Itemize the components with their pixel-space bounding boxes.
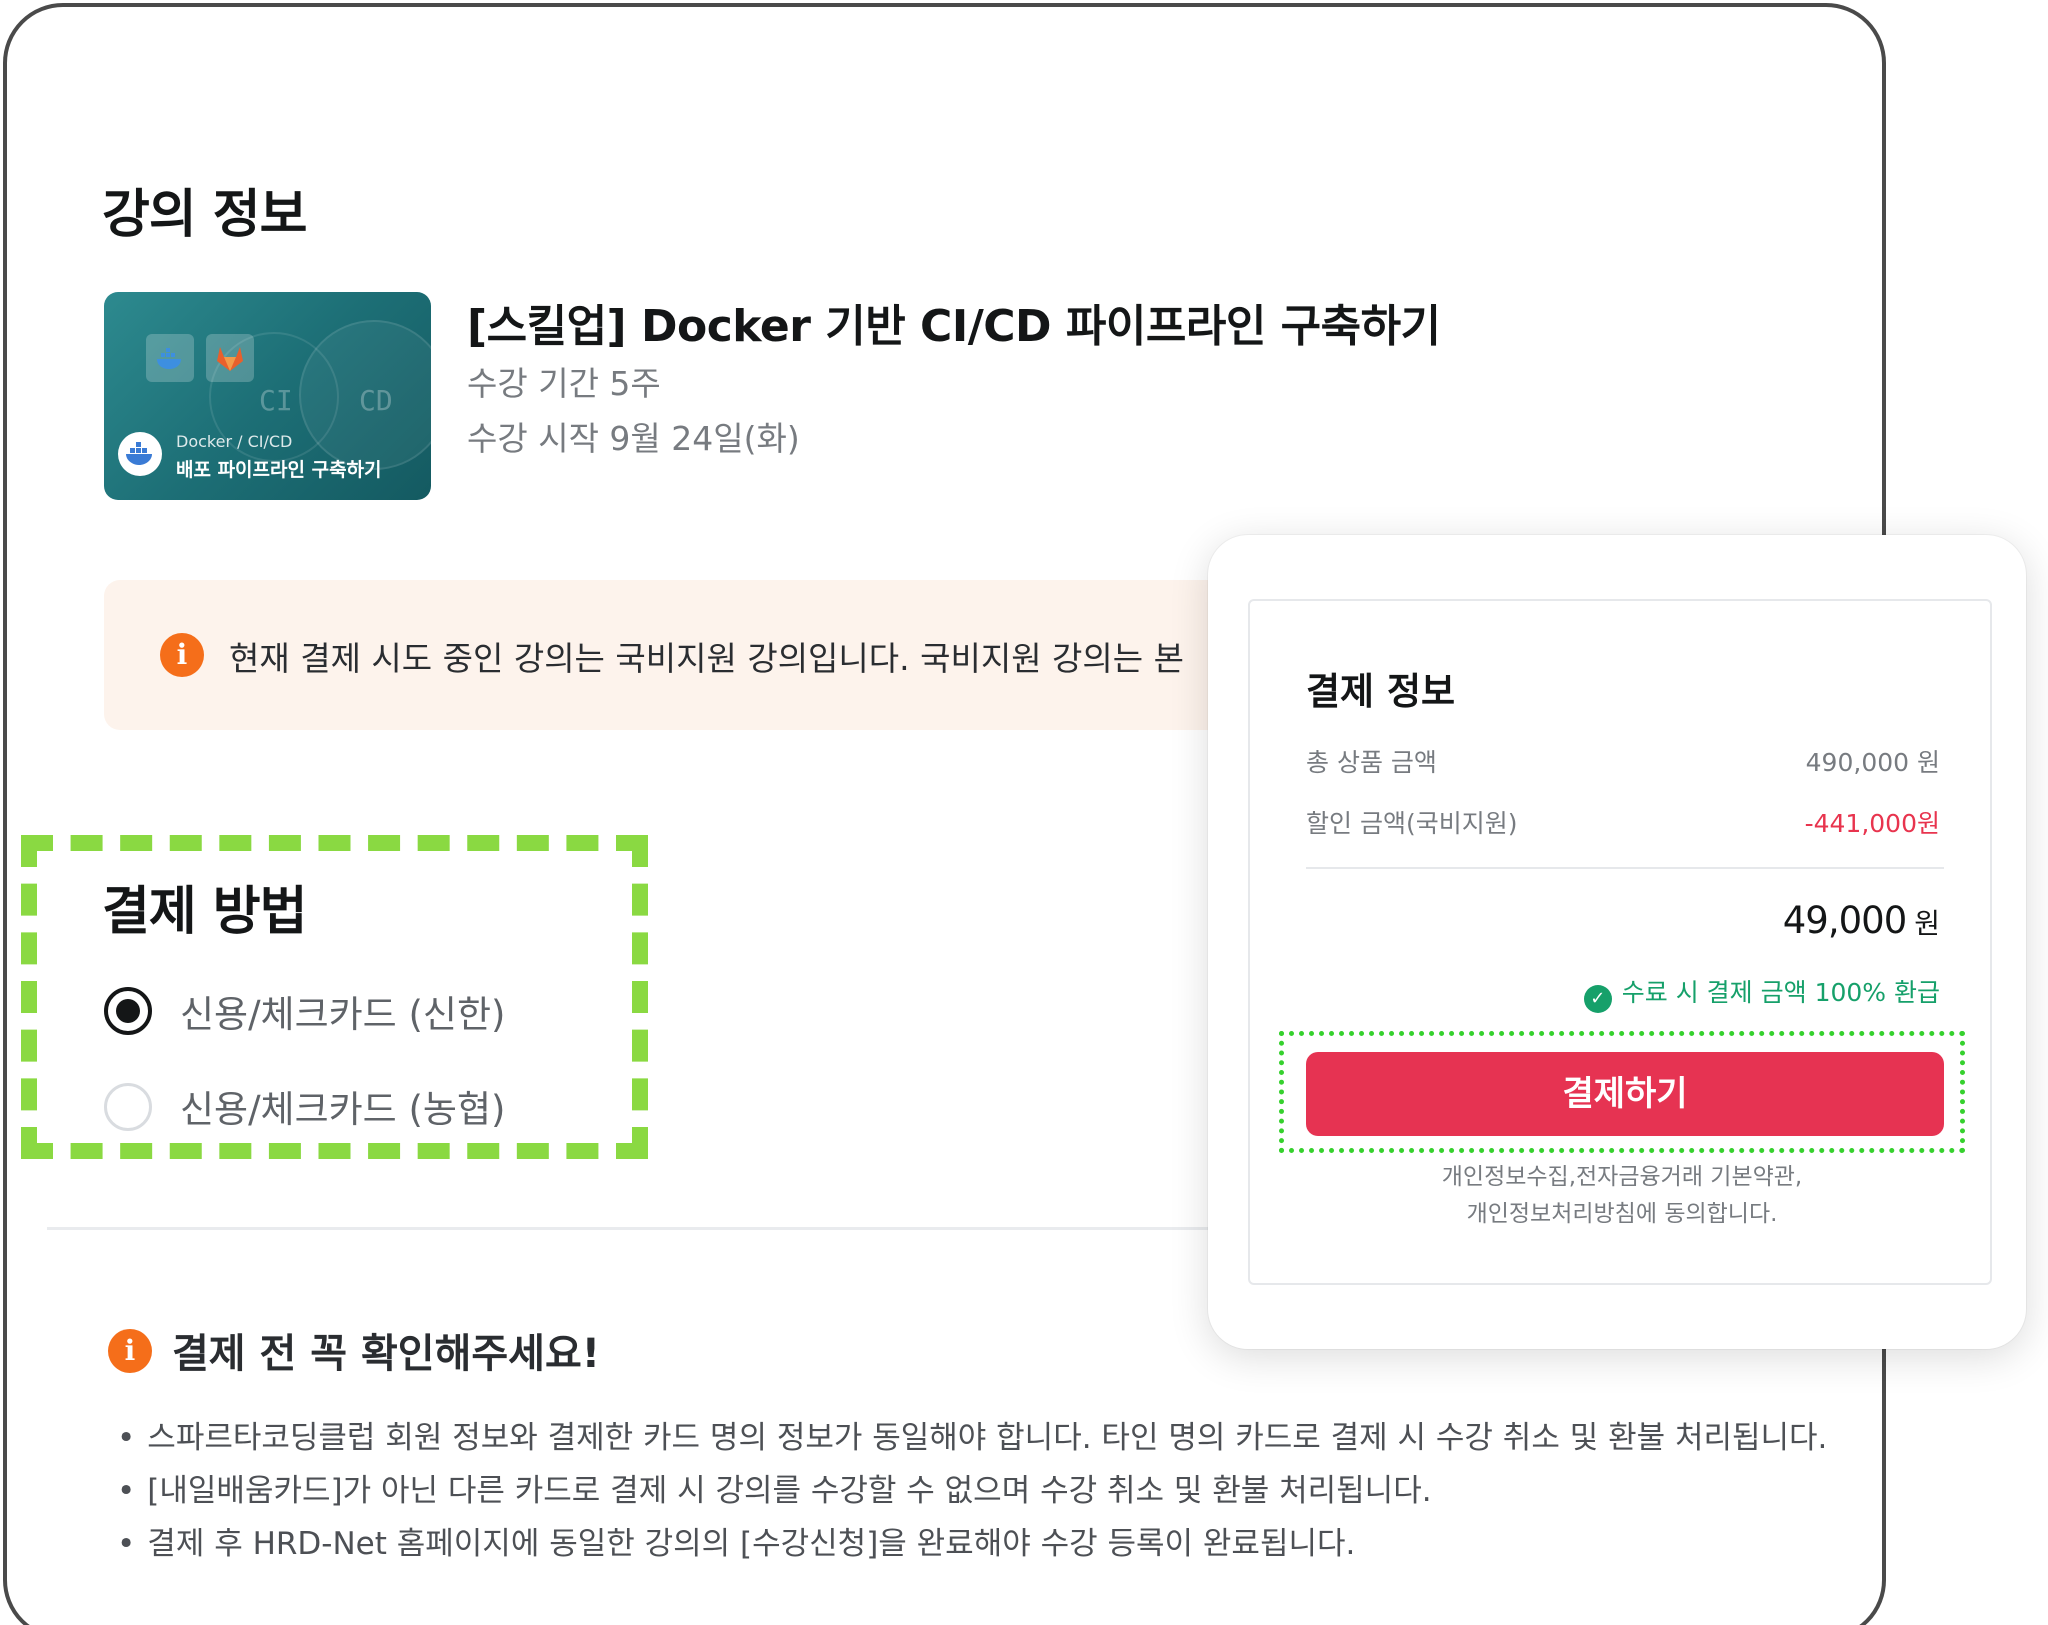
info-icon: i (160, 633, 204, 677)
radio-label-shinhan[interactable]: 신용/체크카드 (신한) (180, 984, 505, 1038)
course-duration: 수강 기간 5주 (467, 364, 661, 403)
refund-note: ✓ 수료 시 결제 금액 100% 환급 (1583, 973, 1940, 1013)
pay-button[interactable]: 결제하기 (1306, 1052, 1944, 1136)
radio-card-nonghyup[interactable] (104, 1083, 152, 1131)
radio-label-nonghyup[interactable]: 신용/체크카드 (농협) (180, 1079, 505, 1133)
final-amount-unit: 원 (1914, 907, 1940, 940)
docker-icon (146, 334, 194, 382)
gitlab-icon (206, 334, 254, 382)
checklist: 스파르타코딩클럽 회원 정보와 결제한 카드 명의 정보가 동일해야 합니다. … (117, 1412, 1827, 1571)
notice-text: 현재 결제 시도 중인 강의는 국비지원 강의입니다. 국비지원 강의는 본 (229, 639, 1184, 678)
final-amount: 49,000 원 (1783, 899, 1940, 942)
thumbnail-cd-text: CD (359, 384, 393, 417)
checklist-item: [내일배움카드]가 아닌 다른 카드로 결제 시 강의를 수강할 수 없으며 수… (117, 1465, 1827, 1518)
discount-value: -441,000원 (1804, 809, 1940, 838)
course-start-date: 수강 시작 9월 24일(화) (467, 419, 800, 458)
course-info-title: 강의 정보 (102, 185, 307, 245)
total-price-value: 490,000 원 (1805, 748, 1940, 777)
payment-info-title: 결제 정보 (1306, 670, 1456, 713)
payment-info-card: 결제 정보 총 상품 금액 490,000 원 할인 금액(국비지원) -441… (1248, 599, 1992, 1285)
radio-selected-dot (116, 999, 140, 1023)
discount-label: 할인 금액(국비지원) (1306, 809, 1518, 838)
course-title: [스킬업] Docker 기반 CI/CD 파이프라인 구축하기 (467, 301, 1441, 352)
terms-line-2: 개인정보처리방침에 동의합니다. (1466, 1201, 1778, 1227)
checklist-title: 결제 전 꼭 확인해주세요! (172, 1331, 601, 1377)
section-divider (47, 1227, 1247, 1230)
thumbnail-tagline: 배포 파이프라인 구축하기 (176, 459, 382, 481)
refund-note-text: 수료 시 결제 금액 100% 환급 (1621, 978, 1940, 1007)
checklist-item: 결제 후 HRD-Net 홈페이지에 동일한 강의의 [수강신청]을 완료해야 … (117, 1518, 1827, 1571)
docker-logo-icon (118, 432, 162, 476)
final-amount-value: 49,000 (1782, 899, 1907, 942)
payment-info-panel: 결제 정보 총 상품 금액 490,000 원 할인 금액(국비지원) -441… (1208, 535, 2026, 1349)
terms-line-1: 개인정보수집,전자금융거래 기본약관, (1441, 1164, 1803, 1190)
info-icon: i (108, 1329, 152, 1373)
payment-method-title: 결제 방법 (102, 882, 307, 942)
radio-card-shinhan[interactable] (104, 987, 152, 1035)
course-thumbnail: CI CD Docker / CI/CD 배포 파이프라인 구축하기 (104, 292, 431, 500)
payment-divider (1306, 867, 1944, 869)
thumbnail-tag: Docker / CI/CD (176, 432, 293, 451)
checklist-item: 스파르타코딩클럽 회원 정보와 결제한 카드 명의 정보가 동일해야 합니다. … (117, 1412, 1827, 1465)
total-price-label: 총 상품 금액 (1306, 748, 1437, 777)
check-badge-icon: ✓ (1583, 985, 1612, 1013)
thumbnail-ci-text: CI (259, 384, 293, 417)
